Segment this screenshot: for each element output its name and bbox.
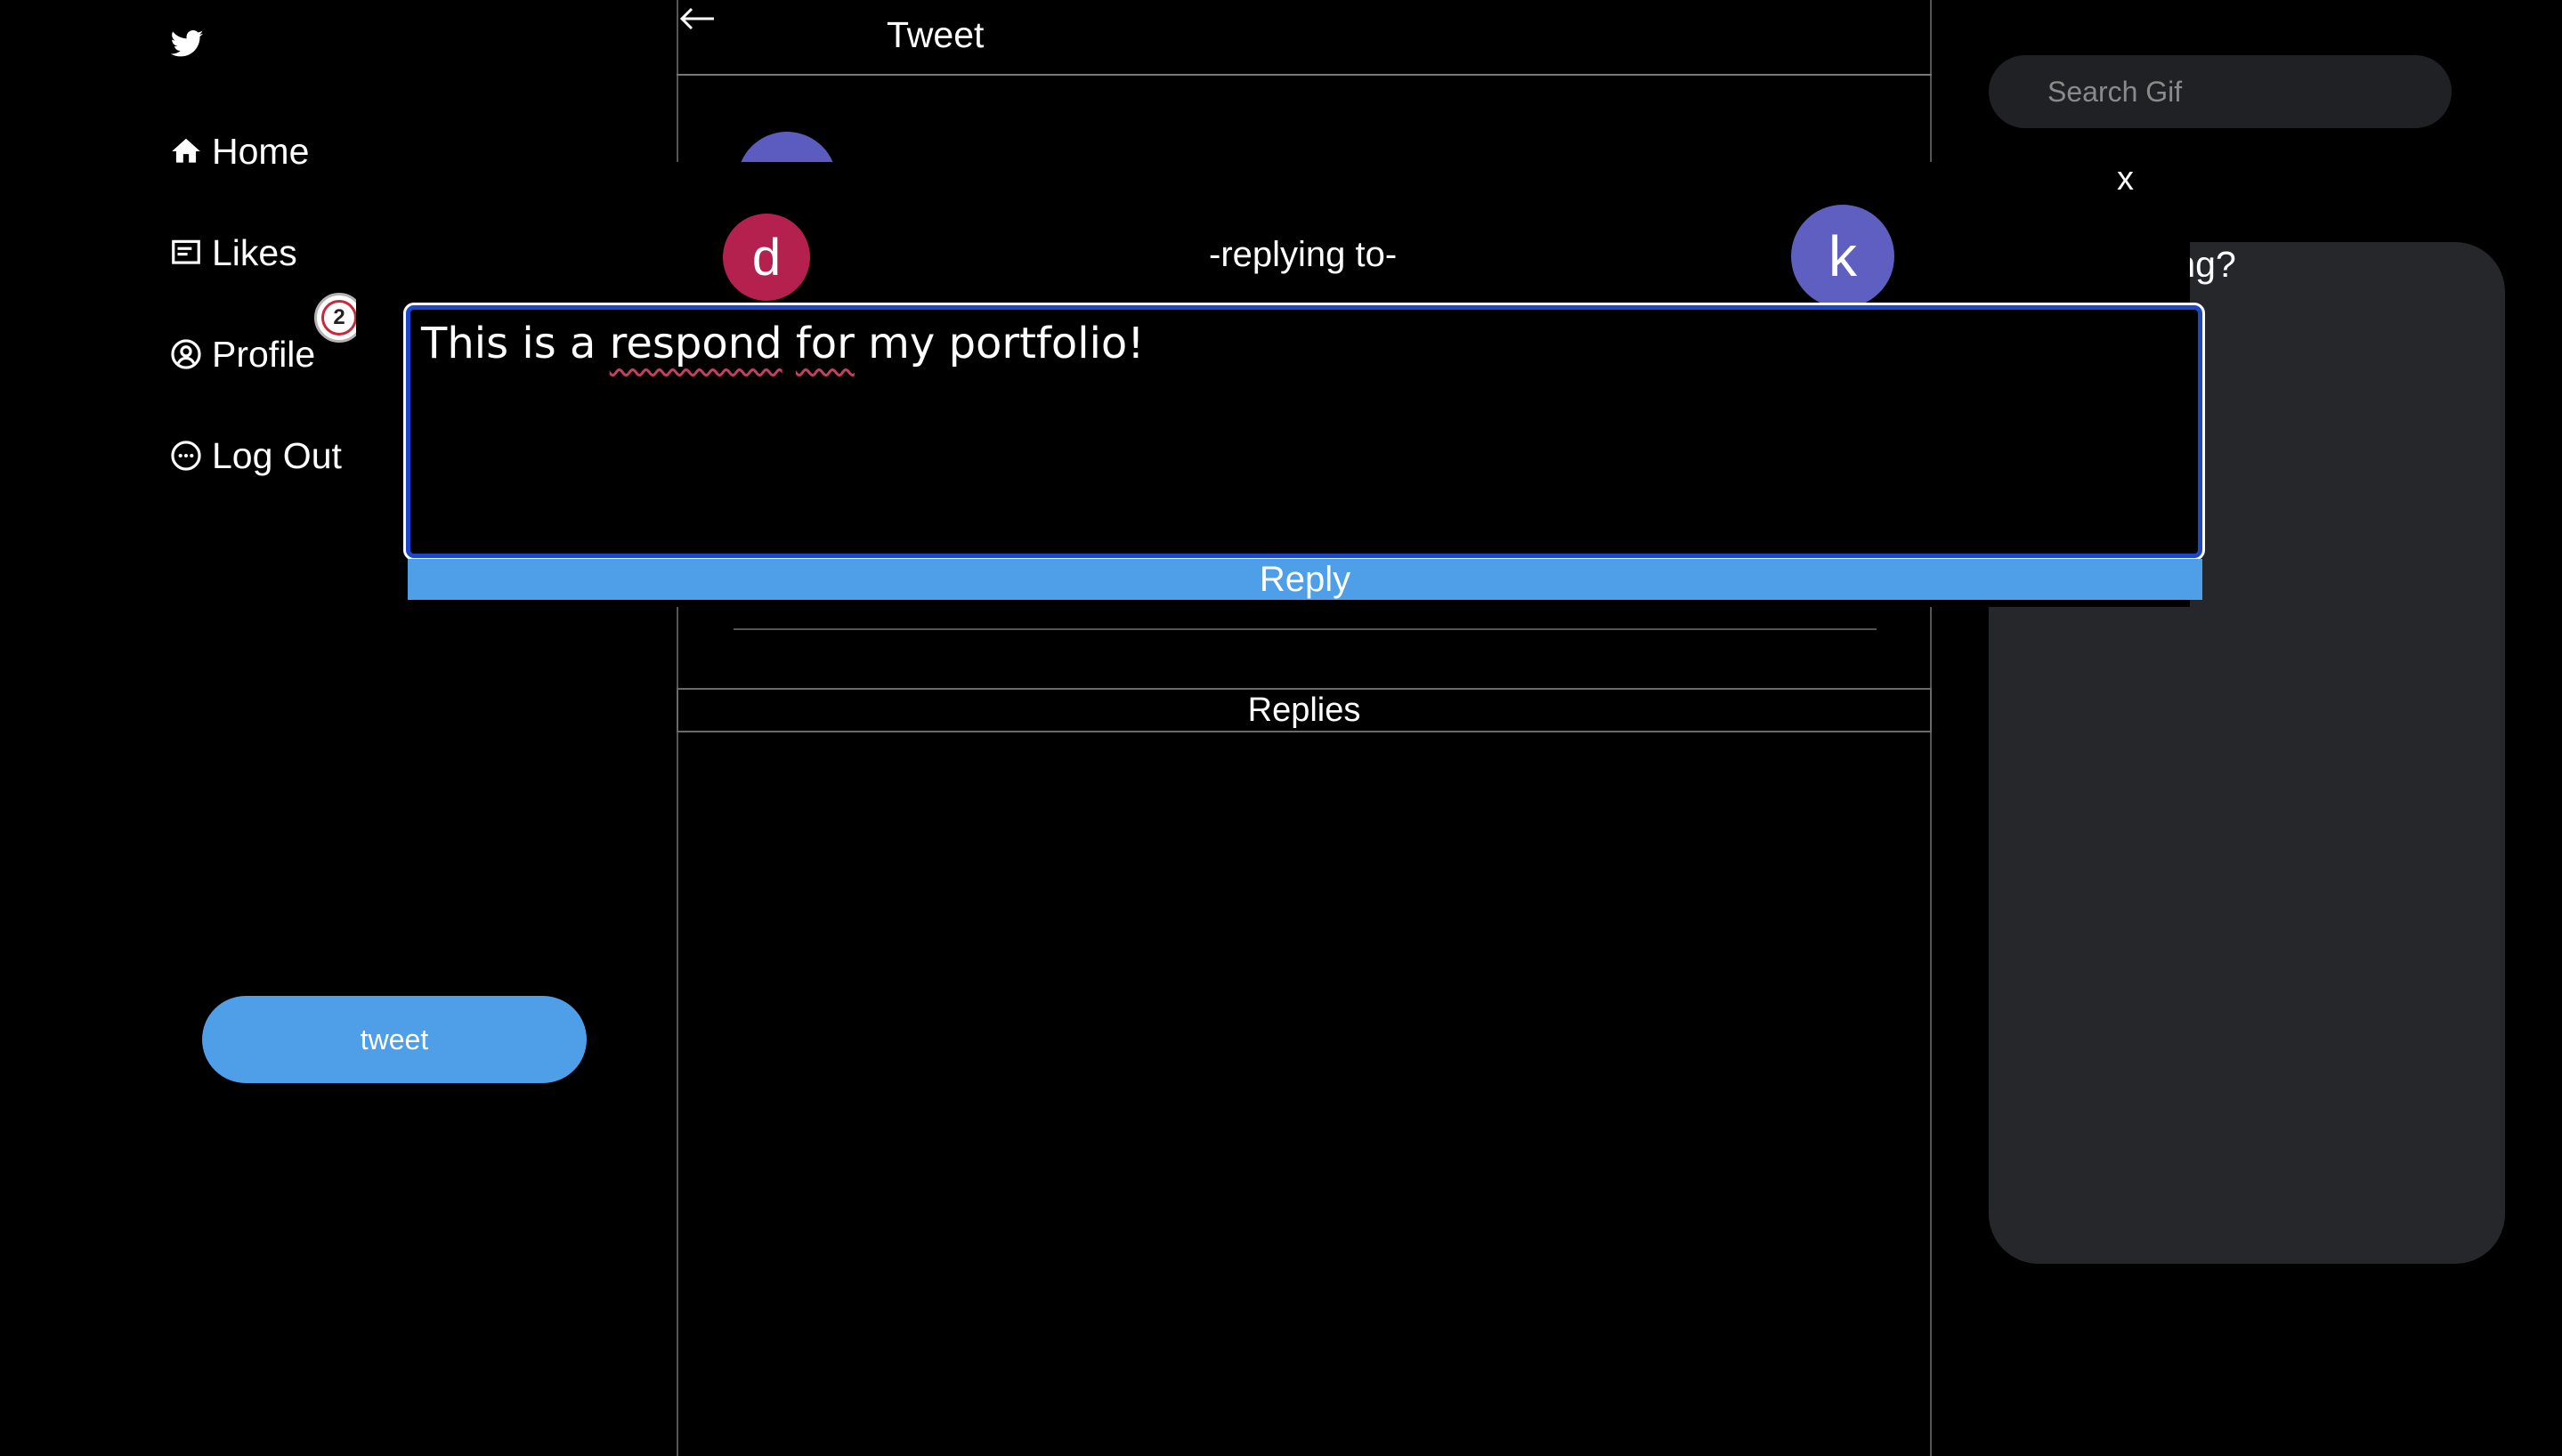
back-arrow-icon[interactable] bbox=[678, 4, 716, 34]
close-modal-button[interactable]: x bbox=[2117, 160, 2134, 198]
nav-likes-label: Likes bbox=[212, 231, 297, 273]
tweet-button[interactable]: tweet bbox=[202, 996, 587, 1083]
nav-profile[interactable]: Profile bbox=[169, 329, 315, 379]
replying-to-label: -replying to- bbox=[1209, 235, 1398, 274]
replier-avatar: d bbox=[723, 214, 810, 301]
nav-home[interactable]: Home bbox=[169, 126, 309, 176]
replies-header: Replies bbox=[677, 688, 1932, 732]
header-divider bbox=[677, 74, 1932, 76]
nav-logout[interactable]: Log Out bbox=[169, 431, 342, 481]
reply-text-content: This is a respond for my portfolio! bbox=[421, 319, 1145, 368]
reply-textarea[interactable]: This is a respond for my portfolio! bbox=[403, 303, 2205, 561]
logout-icon bbox=[169, 439, 203, 473]
badge-count: 2 bbox=[321, 300, 357, 336]
actions-divider bbox=[734, 628, 1877, 630]
nav-likes[interactable]: Likes bbox=[169, 228, 297, 278]
nav-profile-label: Profile bbox=[212, 333, 316, 375]
twitter-logo-icon[interactable] bbox=[167, 27, 207, 62]
profile-icon bbox=[169, 337, 203, 371]
recipient-avatar: k bbox=[1791, 205, 1894, 308]
search-gif-input[interactable] bbox=[1989, 55, 2452, 128]
page-title: Tweet bbox=[887, 14, 985, 55]
likes-list-icon bbox=[169, 236, 203, 270]
nav-logout-label: Log Out bbox=[212, 434, 342, 476]
reply-button[interactable]: Reply bbox=[408, 559, 2202, 600]
home-icon bbox=[169, 134, 203, 168]
replies-label: Replies bbox=[1247, 691, 1361, 729]
nav-home-label: Home bbox=[212, 130, 310, 172]
